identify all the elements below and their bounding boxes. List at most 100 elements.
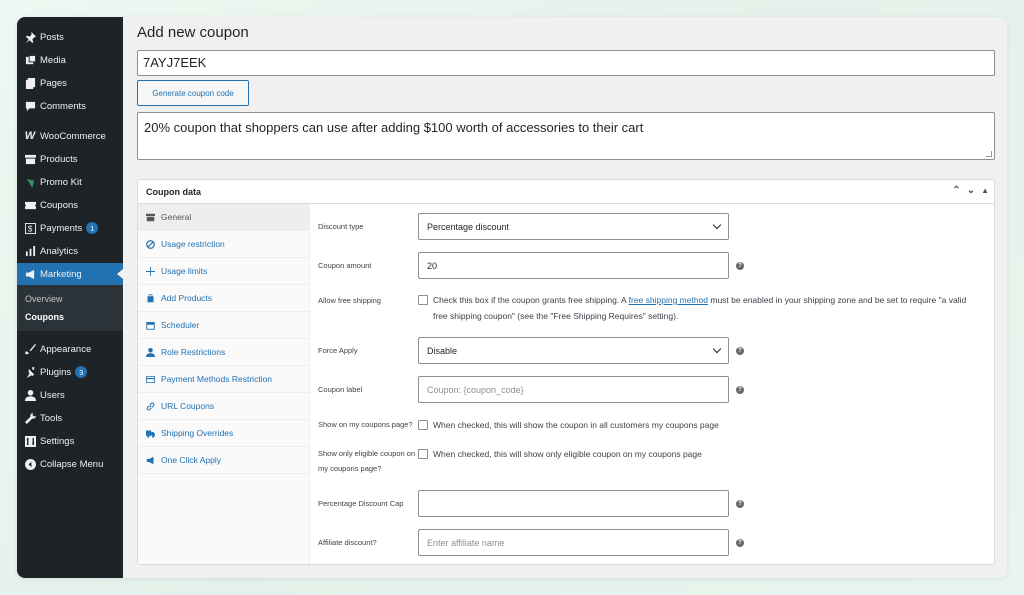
help-icon[interactable]: ? [736,262,744,270]
free-shipping-method-link[interactable]: free shipping method [629,295,708,305]
discount-cap-label: Percentage Discount Cap [318,499,404,508]
tab-label: General [161,212,192,222]
marketing-submenu: Overview Coupons [17,285,123,331]
tab-role-restrictions[interactable]: Role Restrictions [138,339,310,366]
force-apply-select[interactable]: Disable [418,337,729,364]
tab-label: Usage restriction [161,239,225,249]
coupon-description-textarea[interactable]: 20% coupon that shoppers can use after a… [137,112,995,160]
tab-add-products[interactable]: Add Products [138,285,310,312]
submenu-coupons[interactable]: Coupons [25,312,64,322]
coupon-data-panel: Coupon data ⌃ ⌄ ▲ General Usage restrict… [137,179,995,565]
sidebar-item-comments[interactable]: Comments [17,95,123,117]
chevron-down-icon [712,220,722,230]
user-icon [24,389,36,401]
megaphone-icon [24,268,36,280]
tab-one-click-apply[interactable]: One Click Apply [138,447,310,474]
tab-general[interactable]: General [138,204,310,231]
free-shipping-text: Check this box if the coupon grants free… [433,295,629,305]
sidebar-item-posts[interactable]: Posts [17,26,123,48]
show-eligible-checkbox[interactable] [418,449,428,459]
help-icon[interactable]: ? [736,347,744,355]
calendar-icon [145,321,155,330]
force-apply-value: Disable [427,345,458,356]
sidebar-item-media[interactable]: Media [17,49,123,71]
sidebar-item-pages[interactable]: Pages [17,72,123,94]
sidebar-item-appearance[interactable]: Appearance [17,338,123,360]
tab-payment-methods-restriction[interactable]: Payment Methods Restriction [138,366,310,393]
coupon-label-input[interactable]: Coupon: {coupon_code} [418,376,729,403]
tab-usage-limits[interactable]: Usage limits [138,258,310,285]
discount-type-select[interactable]: Percentage discount [418,213,729,240]
dollar-icon: $ [24,222,36,234]
ticket-icon [24,199,36,211]
tab-label: Shipping Overrides [161,428,234,438]
sidebar-item-settings[interactable]: Settings [17,430,123,452]
sidebar-item-plugins[interactable]: Plugins 3 [17,361,123,383]
sidebar-item-label: Analytics [40,245,79,257]
tab-url-coupons[interactable]: URL Coupons [138,393,310,420]
tab-usage-restriction[interactable]: Usage restriction [138,231,310,258]
link-icon [145,402,155,411]
toggle-panel-icon[interactable]: ▲ [981,186,989,196]
sidebar-item-tools[interactable]: Tools [17,407,123,429]
discount-cap-input[interactable] [418,490,729,517]
help-icon[interactable]: ? [736,386,744,394]
collapse-icon [24,458,36,470]
general-fields: Discount type Percentage discount Coupon… [310,204,994,564]
archive-icon [24,153,36,165]
sidebar-item-users[interactable]: Users [17,384,123,406]
tab-label: Payment Methods Restriction [161,374,273,384]
generate-coupon-code-button[interactable]: Generate coupon code [137,80,249,106]
megaphone-icon [145,456,155,465]
page-title: Add new coupon [137,24,249,41]
pin-icon [24,31,36,43]
free-shipping-checkbox[interactable] [418,295,428,305]
help-icon[interactable]: ? [736,539,744,547]
sidebar-item-label: Comments [40,100,86,112]
coupon-amount-label: Coupon amount [318,261,372,270]
sidebar-item-marketing[interactable]: Marketing [17,263,123,285]
show-eligible-description: When checked, this will show only eligib… [433,449,702,459]
affiliate-input[interactable]: Enter affiliate name [418,529,729,556]
pages-icon [24,77,36,89]
coupon-code-input[interactable]: 7AYJ7EEK [137,50,995,76]
collapse-menu-button[interactable]: Collapse Menu [17,453,123,475]
sidebar-item-payments[interactable]: $ Payments 1 [17,217,123,239]
chevron-down-icon [712,344,722,354]
ban-icon [145,239,155,249]
help-icon[interactable]: ? [736,500,744,508]
sidebar-item-label: Tools [40,412,63,424]
sidebar-item-label: Pages [40,77,67,89]
move-up-icon[interactable]: ⌃ [952,185,960,196]
affiliate-label: Affiliate discount? [318,538,377,547]
sidebar-item-products[interactable]: Products [17,148,123,170]
sidebar-item-label: Marketing [40,268,82,280]
free-shipping-description: Check this box if the coupon grants free… [433,292,973,324]
sidebar-item-label: Products [40,153,78,165]
panel-controls: ⌃ ⌄ ▲ [952,185,989,196]
coupon-label-label: Coupon label [318,385,363,394]
truck-icon [145,429,155,438]
move-down-icon[interactable]: ⌄ [967,185,975,196]
show-eligible-label: Show only eligible coupon on my coupons … [318,449,416,473]
coupon-amount-input[interactable]: 20 [418,252,729,279]
comment-icon [24,100,36,112]
tab-shipping-overrides[interactable]: Shipping Overrides [138,420,310,447]
sidebar-item-label: Users [40,389,65,401]
wrench-icon [145,213,155,222]
sidebar-item-analytics[interactable]: Analytics [17,240,123,262]
payments-count-badge: 1 [86,222,99,234]
tab-label: Scheduler [161,320,200,330]
resize-handle[interactable] [986,151,992,157]
sidebar-item-coupons[interactable]: Coupons [17,194,123,216]
sidebar-item-label: Collapse Menu [40,458,104,470]
sidebar-item-woocommerce[interactable]: W WooCommerce [17,125,123,147]
show-on-page-checkbox[interactable] [418,420,428,430]
coupon-data-tabs: General Usage restriction Usage limits A… [138,204,310,564]
sidebar-item-label: Promo Kit [40,176,82,188]
submenu-overview[interactable]: Overview [25,294,63,304]
sidebar-item-label: Payments [40,222,83,234]
sidebar-item-promo-kit[interactable]: Promo Kit [17,171,123,193]
tab-scheduler[interactable]: Scheduler [138,312,310,339]
plus-icon [145,266,155,276]
